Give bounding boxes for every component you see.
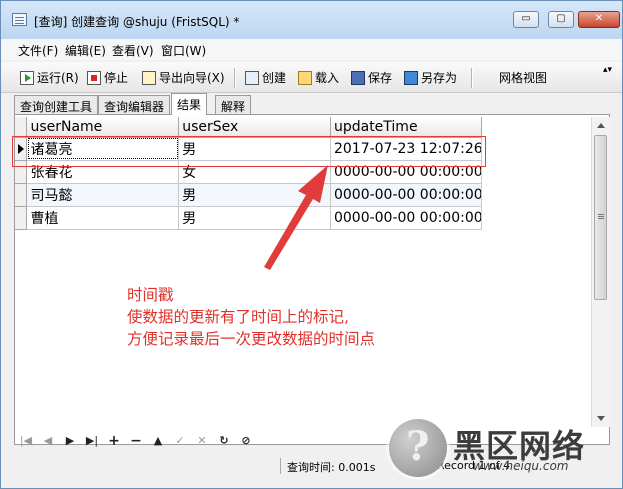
scroll-up-arrow-icon[interactable]: [597, 123, 605, 128]
cell-updatetime[interactable]: 2017-07-23 12:07:26: [330, 137, 483, 161]
cell-updatetime[interactable]: 0000-00-00 00:00:00: [330, 160, 483, 184]
run-button[interactable]: 运行(R): [20, 69, 79, 87]
load-label: 载入: [315, 71, 340, 85]
tab-results[interactable]: 结果: [171, 93, 208, 115]
status-separator: [429, 458, 430, 474]
cell-updatetime[interactable]: 0000-00-00 00:00:00: [330, 206, 483, 230]
menu-edit[interactable]: 编辑(E): [65, 42, 106, 59]
row-indicator[interactable]: [15, 206, 28, 230]
status-separator: [280, 458, 281, 474]
menu-view[interactable]: 查看(V): [112, 42, 154, 59]
column-header-usersex[interactable]: userSex: [178, 117, 331, 138]
table-row[interactable]: 司马懿 男 0000-00-00 00:00:00: [15, 183, 483, 207]
scroll-down-arrow-icon[interactable]: [597, 416, 605, 421]
move-up-icon[interactable]: ▲: [150, 433, 166, 449]
query-time-status: 查询时间: 0.001s: [287, 461, 376, 474]
cell-username[interactable]: 曹植: [26, 206, 180, 230]
menu-file[interactable]: 文件(F): [18, 42, 58, 59]
stop-button[interactable]: 停止: [87, 69, 128, 87]
annotation-arrow-icon: [264, 165, 328, 270]
cell-username[interactable]: 司马懿: [26, 183, 180, 207]
cell-username[interactable]: 诸葛亮: [26, 137, 180, 161]
minimize-button[interactable]: ▭: [513, 11, 539, 28]
annotation-line-2: 使数据的更新有了时间上的标记,: [127, 308, 349, 326]
add-record-icon[interactable]: +: [106, 433, 122, 449]
row-indicator[interactable]: [15, 160, 28, 184]
row-indicator-header: [15, 117, 28, 138]
header-row: userName userSex updateTime: [15, 117, 483, 138]
save-label: 保存: [368, 71, 393, 85]
stop-query-icon[interactable]: ⊘: [238, 433, 254, 449]
export-wizard-button[interactable]: 导出向导(X): [142, 69, 225, 87]
window-title: [查询] 创建查询 @shuju (FristSQL) *: [34, 15, 240, 29]
cell-username[interactable]: 张春花: [26, 160, 180, 184]
stop-label: 停止: [104, 71, 129, 85]
grid-view-label: 网格视图: [499, 71, 548, 85]
toolbar-overflow-chevron-icon[interactable]: ▴▾: [603, 65, 612, 75]
refresh-icon[interactable]: ↻: [216, 433, 232, 449]
save-as-label: 另存为: [421, 71, 458, 85]
row-indicator[interactable]: [15, 137, 28, 161]
maximize-button[interactable]: ▢: [548, 11, 574, 28]
annotation-line-1: 时间戳: [127, 286, 174, 304]
record-count-status: Record 1 of 4: [437, 459, 511, 472]
create-label: 创建: [262, 71, 287, 85]
save-button[interactable]: 保存: [351, 69, 392, 87]
first-record-icon[interactable]: |◀: [18, 433, 34, 449]
run-label: 运行(R): [37, 71, 79, 85]
annotation-line-3: 方便记录最后一次更改数据的时间点: [127, 330, 376, 348]
title-bar: [查询] 创建查询 @shuju (FristSQL) * ▭ ▢ ✕: [1, 1, 622, 39]
save-as-icon: [404, 71, 418, 85]
delete-record-icon[interactable]: −: [128, 433, 144, 449]
table-row[interactable]: 诸葛亮 男 2017-07-23 12:07:26: [15, 137, 483, 161]
record-navigator: |◀ ◀ ▶ ▶| + − ▲ ✓ ✕ ↻ ⊘: [14, 431, 394, 451]
close-button[interactable]: ✕: [578, 11, 620, 28]
current-row-arrow-icon: [18, 143, 24, 154]
save-icon: [351, 71, 365, 85]
grid-view-button[interactable]: 网格视图: [482, 69, 548, 201]
table-row[interactable]: 曹植 男 0000-00-00 00:00:00: [15, 206, 483, 230]
cancel-changes-icon[interactable]: ✕: [194, 433, 210, 449]
stop-icon: [87, 71, 101, 85]
cell-usersex[interactable]: 男: [178, 137, 331, 161]
next-record-icon[interactable]: ▶: [62, 433, 78, 449]
query-document-icon: [12, 13, 27, 26]
export-wizard-label: 导出向导(X): [159, 71, 225, 85]
new-document-icon: [245, 71, 259, 85]
results-grid: userName userSex updateTime 诸葛亮 男 2017-0…: [15, 117, 483, 230]
cell-updatetime[interactable]: 0000-00-00 00:00:00: [330, 183, 483, 207]
apply-changes-icon[interactable]: ✓: [172, 433, 188, 449]
tab-query-editor[interactable]: 查询编辑器: [98, 95, 171, 114]
query-window: [查询] 创建查询 @shuju (FristSQL) * ▭ ▢ ✕ 文件(F…: [0, 0, 623, 489]
run-icon: [20, 71, 34, 85]
status-bar: 查询时间: 0.001s Record 1 of 4: [1, 456, 622, 488]
menu-window[interactable]: 窗口(W): [161, 42, 206, 59]
row-indicator[interactable]: [15, 183, 28, 207]
export-icon: [142, 71, 156, 85]
column-header-updatetime[interactable]: updateTime: [330, 117, 483, 138]
toolbar-separator: [234, 68, 236, 88]
tab-query-builder[interactable]: 查询创建工具: [14, 95, 99, 114]
toolbar-separator: [471, 68, 473, 88]
column-header-username[interactable]: userName: [26, 117, 180, 138]
menu-bar: 文件(F) 编辑(E) 查看(V) 窗口(W): [1, 39, 622, 60]
annotation-text: 时间戳 使数据的更新有了时间上的标记, 方便记录最后一次更改数据的时间点: [127, 284, 375, 350]
toolbar: 运行(R) 停止 导出向导(X) 创建 载入 保存 另存为 网格视图 ▴▾: [1, 62, 622, 201]
prev-record-icon[interactable]: ◀: [40, 433, 56, 449]
scrollbar-thumb[interactable]: [594, 135, 607, 300]
tab-explain[interactable]: 解释: [215, 95, 252, 114]
vertical-scrollbar[interactable]: [591, 117, 610, 427]
last-record-icon[interactable]: ▶|: [84, 433, 100, 449]
load-button[interactable]: 载入: [298, 69, 339, 87]
folder-icon: [298, 71, 312, 85]
scrollbar-grip-icon: [598, 214, 604, 215]
create-button[interactable]: 创建: [245, 69, 286, 87]
table-row[interactable]: 张春花 女 0000-00-00 00:00:00: [15, 160, 483, 184]
save-as-button[interactable]: 另存为: [404, 69, 457, 87]
